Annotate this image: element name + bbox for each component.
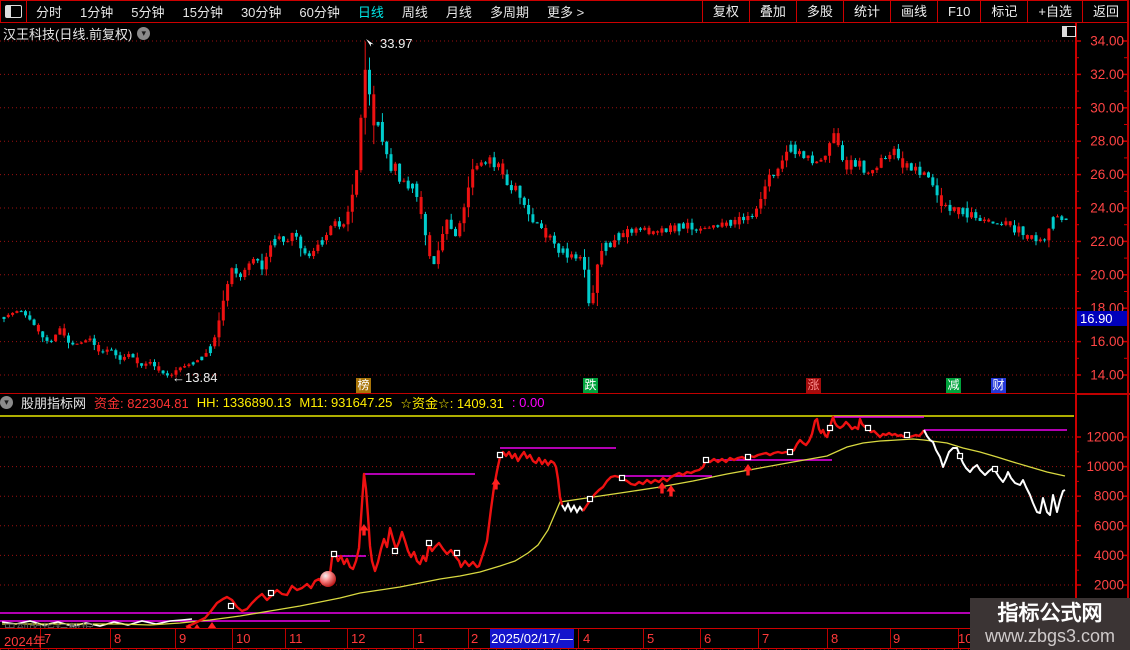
time-label-8: 8 <box>114 631 122 646</box>
svg-text:8000: 8000 <box>1094 489 1124 504</box>
tools-menu: 复权 叠加 多股 统计 画线 F10 标记 +自选 返回 <box>701 1 1129 22</box>
time-axis-divider <box>413 629 414 648</box>
tool-button-复权[interactable]: 复权 <box>701 1 749 22</box>
svg-text:4000: 4000 <box>1094 548 1124 563</box>
svg-text:12000: 12000 <box>1086 430 1124 445</box>
tool-button-返回[interactable]: 返回 <box>1081 1 1129 22</box>
svg-text:24.00: 24.00 <box>1090 201 1124 216</box>
candlestick-chart[interactable]: 34.00 32.00 30.00 28.00 26.00 24.00 22.00 20.00… <box>0 22 1130 394</box>
svg-text:20.00: 20.00 <box>1090 267 1124 282</box>
svg-text:←13.84: ←13.84 <box>172 370 218 385</box>
time-axis-divider <box>110 629 111 648</box>
time-axis-divider <box>890 629 891 648</box>
stock-title: 汉王科技(日线.前复权) ▾ <box>3 24 151 43</box>
star-fund-value: ☆资金☆: 1409.31 <box>400 395 504 411</box>
svg-text:10000: 10000 <box>1086 459 1124 474</box>
divider-tag-榜[interactable]: 榜 <box>356 378 371 393</box>
indicator-chevron-icon[interactable]: ▾ <box>0 395 13 409</box>
period-tab-1分钟[interactable]: 1分钟 <box>71 2 122 21</box>
watermark-url: www.zbgs3.com <box>984 625 1116 646</box>
svg-text:32.00: 32.00 <box>1090 67 1124 82</box>
time-label-4: 4 <box>583 631 591 646</box>
tool-button-画线[interactable]: 画线 <box>889 1 937 22</box>
time-axis-divider <box>285 629 286 648</box>
time-label-9: 9 <box>893 631 901 646</box>
time-label-12: 12 <box>351 631 366 646</box>
fund-value: 资金: 822304.81 <box>94 395 189 411</box>
time-axis: 2024年 7 8 9 10 11 12 1 2 4 5 6 7 8 9 10 2025/02/17/— <box>0 628 1130 649</box>
stock-title-label: 汉王科技(日线.前复权) <box>3 27 133 42</box>
price-axis-line <box>1075 22 1077 647</box>
svg-text:16.00: 16.00 <box>1090 334 1124 349</box>
tool-button-多股[interactable]: 多股 <box>795 1 843 22</box>
time-axis-divider <box>175 629 176 648</box>
time-label-7: 7 <box>762 631 770 646</box>
time-label-2024年: 2024年 <box>4 634 46 649</box>
maximize-panel-icon[interactable] <box>1062 26 1076 37</box>
tool-button-叠加[interactable]: 叠加 <box>748 1 796 22</box>
period-tab-周线[interactable]: 周线 <box>393 2 437 21</box>
svg-text:34.00: 34.00 <box>1090 34 1124 49</box>
period-tab-日线[interactable]: 日线 <box>349 2 393 21</box>
time-label-10: 10 <box>236 631 251 646</box>
svg-text:16.90: 16.90 <box>1080 311 1113 326</box>
m11-value: M11: 931647.25 <box>299 394 393 410</box>
svg-text:14.00: 14.00 <box>1090 368 1124 383</box>
tool-button-F10[interactable]: F10 <box>936 1 980 22</box>
indicator-source: 股朋指标网 <box>21 395 87 411</box>
time-axis-divider <box>700 629 701 648</box>
watermark-title: 指标公式网 <box>997 601 1103 625</box>
period-tab-60分钟[interactable]: 60分钟 <box>290 2 348 21</box>
indicator-header: ▾ 股朋指标网 资金: 822304.81 HH: 1336890.13 M11… <box>0 394 1075 411</box>
time-label-6: 6 <box>704 631 712 646</box>
time-label-11: 11 <box>289 631 303 646</box>
time-label-7: 7 <box>44 631 52 646</box>
hh-value: HH: 1336890.13 <box>196 394 292 410</box>
divider-tag-财[interactable]: 财 <box>991 378 1006 393</box>
time-label-5: 5 <box>647 631 655 646</box>
period-tab-月线[interactable]: 月线 <box>437 2 481 21</box>
right-border <box>1127 0 1129 650</box>
chevron-down-icon[interactable]: ▾ <box>137 27 151 40</box>
tool-button-统计[interactable]: 统计 <box>842 1 890 22</box>
period-tab-5分钟[interactable]: 5分钟 <box>122 2 173 21</box>
top-menu-bar: 分时 1分钟 5分钟 15分钟 30分钟 60分钟 日线 周线 月线 多周期 更多 > 复权 叠加 多股… <box>0 0 1129 23</box>
tool-button-+自选[interactable]: +自选 <box>1027 1 1082 22</box>
window-panel-icon[interactable] <box>5 5 22 18</box>
svg-text:26.00: 26.00 <box>1090 167 1124 182</box>
fund-indicator-chart[interactable]: 12000 10000 8000 6000 4000 2000 <box>0 410 1130 628</box>
period-tab-30分钟[interactable]: 30分钟 <box>232 2 290 21</box>
selected-date-box[interactable]: 2025/02/17/— <box>490 629 574 648</box>
time-axis-divider <box>827 629 828 648</box>
time-label-2: 2 <box>471 631 479 646</box>
divider-tag-跌[interactable]: 跌 <box>583 378 598 393</box>
period-tab-分时[interactable]: 分时 <box>27 2 71 21</box>
time-axis-divider <box>578 629 579 648</box>
time-axis-divider <box>232 629 233 648</box>
time-axis-divider <box>758 629 759 648</box>
site-watermark: 指标公式网 www.zbgs3.com <box>970 598 1130 650</box>
svg-text:6000: 6000 <box>1094 518 1124 533</box>
svg-text:33.97: 33.97 <box>380 36 413 51</box>
period-tab-更多 >[interactable]: 更多 > <box>538 2 593 21</box>
period-tab-15分钟[interactable]: 15分钟 <box>173 2 231 21</box>
svg-text:22.00: 22.00 <box>1090 234 1124 249</box>
period-menu: 分时 1分钟 5分钟 15分钟 30分钟 60分钟 日线 周线 月线 多周期 更多 > <box>27 1 593 22</box>
time-label-8: 8 <box>831 631 839 646</box>
tool-button-标记[interactable]: 标记 <box>980 1 1027 22</box>
period-tab-多周期[interactable]: 多周期 <box>481 2 538 21</box>
time-label-1: 1 <box>417 631 425 646</box>
svg-text:2000: 2000 <box>1094 578 1124 593</box>
divider-tag-减[interactable]: 减 <box>946 378 961 393</box>
svg-text:30.00: 30.00 <box>1090 100 1124 115</box>
time-axis-divider <box>643 629 644 648</box>
extra-value: : 0.00 <box>511 394 545 410</box>
time-axis-divider <box>468 629 469 648</box>
divider-tag-涨[interactable]: 涨 <box>806 378 821 393</box>
time-axis-divider <box>347 629 348 648</box>
time-label-9: 9 <box>179 631 187 646</box>
svg-text:28.00: 28.00 <box>1090 134 1124 149</box>
trading-app-window: 分时 1分钟 5分钟 15分钟 30分钟 60分钟 日线 周线 月线 多周期 更多 > 复权 叠加 多股… <box>0 0 1130 650</box>
